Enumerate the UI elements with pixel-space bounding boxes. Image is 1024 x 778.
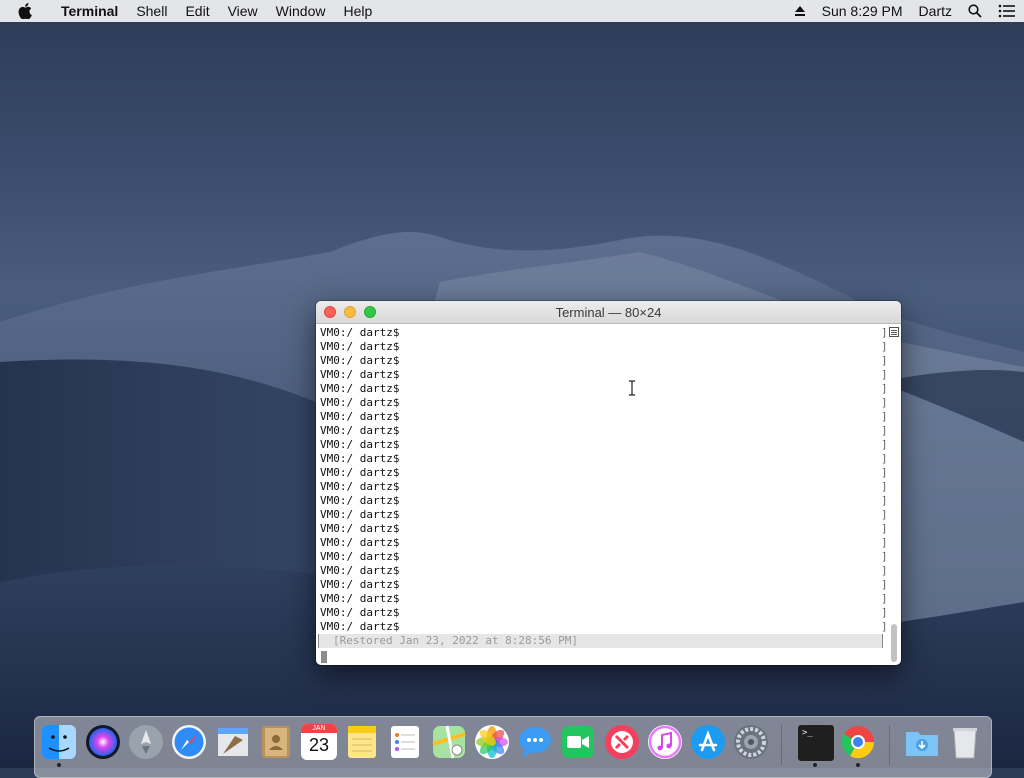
launchpad-icon[interactable] (128, 724, 164, 760)
calendar-day: 23 (308, 735, 330, 755)
menubar-user[interactable]: Dartz (911, 0, 960, 22)
terminal-line: VM0:/ dartz$ (320, 326, 400, 339)
terminal-line: VM0:/ dartz$ (320, 480, 400, 493)
restored-banner: [Restored Jan 23, 2022 at 8:28:56 PM] (318, 634, 883, 648)
system-preferences-icon[interactable] (733, 724, 769, 760)
terminal-prompt-glyph: >_ (802, 728, 813, 738)
siri-icon[interactable] (85, 724, 121, 760)
close-button[interactable] (324, 306, 336, 318)
terminal-line: VM0:/ dartz$ (320, 522, 400, 535)
calendar-icon[interactable]: JAN 23 (301, 724, 337, 760)
line-mark: ] (881, 438, 888, 451)
line-mark: ] (881, 382, 888, 395)
eject-icon[interactable] (786, 5, 814, 17)
terminal-lines: VM0:/ dartz$ VM0:/ dartz$ VM0:/ dartz$ VM0:… (320, 326, 399, 634)
line-mark: ] (881, 340, 888, 353)
line-mark: ] (881, 578, 888, 591)
line-mark: ] (881, 480, 888, 493)
line-mark: ] (881, 368, 888, 381)
line-mark: ] (881, 326, 888, 339)
menu-app-name[interactable]: Terminal (52, 0, 127, 22)
terminal-line: VM0:/ dartz$ (320, 606, 400, 619)
terminal-line: VM0:/ dartz$ (320, 382, 400, 395)
menu-bar: Terminal Shell Edit View Window Help Sun… (0, 0, 1024, 22)
menu-window[interactable]: Window (267, 0, 335, 22)
terminal-line: VM0:/ dartz$ (320, 396, 400, 409)
terminal-line: VM0:/ dartz$ (320, 564, 400, 577)
line-mark: ] (881, 452, 888, 465)
menu-shell[interactable]: Shell (127, 0, 176, 22)
line-mark: ] (881, 424, 888, 437)
photos-icon[interactable] (474, 724, 510, 760)
line-mark: ] (881, 508, 888, 521)
terminal-line: VM0:/ dartz$ (320, 578, 400, 591)
text-cursor (321, 651, 327, 663)
menubar-clock[interactable]: Sun 8:29 PM (814, 0, 911, 22)
terminal-line: VM0:/ dartz$ (320, 340, 400, 353)
safari-icon[interactable] (171, 724, 207, 760)
menu-view[interactable]: View (219, 0, 267, 22)
menu-edit[interactable]: Edit (176, 0, 218, 22)
line-mark: ] (881, 354, 888, 367)
line-mark: ] (881, 592, 888, 605)
reminders-icon[interactable] (387, 724, 423, 760)
window-titlebar[interactable]: Terminal — 80×24 (316, 301, 901, 324)
ibeam-cursor-icon (628, 380, 636, 399)
scrollbar-thumb[interactable] (891, 624, 897, 662)
terminal-line: VM0:/ dartz$ (320, 536, 400, 549)
line-mark: ] (881, 606, 888, 619)
line-mark: ] (881, 536, 888, 549)
terminal-line: VM0:/ dartz$ (320, 592, 400, 605)
chrome-icon[interactable] (840, 724, 876, 760)
line-mark: ] (881, 620, 888, 633)
contacts-icon[interactable] (258, 724, 294, 760)
terminal-window[interactable]: Terminal — 80×24 VM0:/ dartz$ VM0:/ dartz… (316, 301, 901, 665)
mail-icon[interactable] (215, 724, 251, 760)
finder-icon[interactable] (41, 724, 77, 760)
terminal-line: VM0:/ dartz$ (320, 494, 400, 507)
line-mark: ] (881, 466, 888, 479)
terminal-line: VM0:/ dartz$ (320, 452, 400, 465)
line-mark: ] (881, 494, 888, 507)
spotlight-search-icon[interactable] (960, 4, 990, 18)
app-store-icon[interactable] (690, 724, 726, 760)
line-mark: ] (881, 410, 888, 423)
split-pane-icon[interactable] (888, 326, 899, 337)
terminal-line: VM0:/ dartz$ (320, 438, 400, 451)
line-mark: ] (881, 564, 888, 577)
terminal-line: VM0:/ dartz$ (320, 466, 400, 479)
notification-center-icon[interactable] (990, 4, 1024, 18)
apple-menu-icon[interactable] (18, 0, 38, 22)
line-mark: ] (881, 550, 888, 563)
trash-icon[interactable] (947, 724, 983, 760)
menu-help[interactable]: Help (334, 0, 381, 22)
line-mark: ] (881, 396, 888, 409)
maps-icon[interactable] (431, 724, 467, 760)
maximize-button[interactable] (364, 306, 376, 318)
news-icon[interactable] (604, 724, 640, 760)
terminal-line: VM0:/ dartz$ (320, 354, 400, 367)
terminal-icon[interactable]: >_ (797, 724, 835, 762)
dock: JAN 23 >_ (34, 716, 992, 778)
itunes-icon[interactable] (647, 724, 683, 760)
terminal-line: VM0:/ dartz$ (320, 550, 400, 563)
terminal-line: VM0:/ dartz$ (320, 368, 400, 381)
window-title: Terminal — 80×24 (555, 304, 662, 320)
calendar-month: JAN (301, 724, 337, 733)
terminal-line: VM0:/ dartz$ (320, 424, 400, 437)
line-marks: ]]]]]]]]]]]]]]]]]]]]]] (881, 326, 888, 634)
terminal-line: VM0:/ dartz$ (320, 620, 400, 633)
terminal-line: VM0:/ dartz$ (320, 410, 400, 423)
line-mark: ] (881, 522, 888, 535)
terminal-line: VM0:/ dartz$ (320, 508, 400, 521)
terminal-content[interactable]: VM0:/ dartz$ VM0:/ dartz$ VM0:/ dartz$ VM0:… (316, 324, 901, 665)
facetime-icon[interactable] (560, 724, 596, 760)
minimize-button[interactable] (344, 306, 356, 318)
messages-icon[interactable] (517, 724, 553, 760)
notes-icon[interactable] (344, 724, 380, 760)
downloads-folder-icon[interactable] (904, 724, 940, 760)
